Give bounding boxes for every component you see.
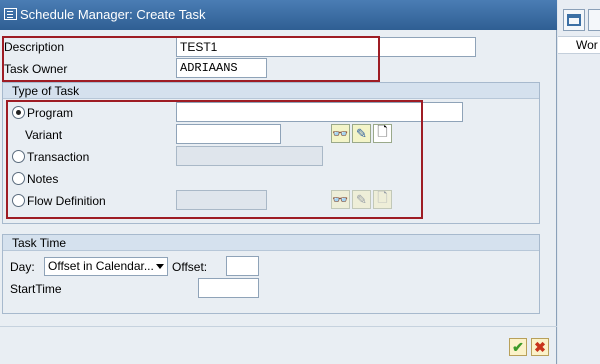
highlight-frame-task-type	[6, 100, 423, 219]
start-time-field[interactable]	[198, 278, 259, 298]
window-menu-icon[interactable]	[4, 8, 17, 20]
day-dropdown[interactable]: Offset in Calendar...	[44, 257, 168, 276]
chevron-down-icon	[156, 264, 164, 269]
offset-label: Offset:	[172, 260, 208, 274]
background-pane	[558, 0, 600, 364]
toolbar-more-button[interactable]	[588, 9, 600, 31]
cancel-button[interactable]: ✖	[531, 338, 549, 356]
day-dropdown-value: Offset in Calendar...	[48, 259, 154, 273]
offset-field[interactable]	[226, 256, 259, 276]
task-time-header: Task Time	[3, 235, 539, 251]
type-of-task-header: Type of Task	[3, 83, 539, 99]
column-header-label: Wor	[576, 38, 598, 52]
print-button[interactable]	[563, 9, 585, 31]
window-title: Schedule Manager: Create Task	[20, 7, 206, 22]
day-label: Day:	[10, 260, 35, 274]
printer-icon	[567, 14, 581, 26]
checkmark-icon: ✔	[512, 338, 524, 355]
confirm-button[interactable]: ✔	[509, 338, 527, 356]
footer-separator	[0, 326, 557, 327]
close-icon: ✖	[534, 338, 546, 355]
start-time-label: StartTime	[10, 282, 62, 296]
highlight-frame-general	[2, 36, 380, 82]
